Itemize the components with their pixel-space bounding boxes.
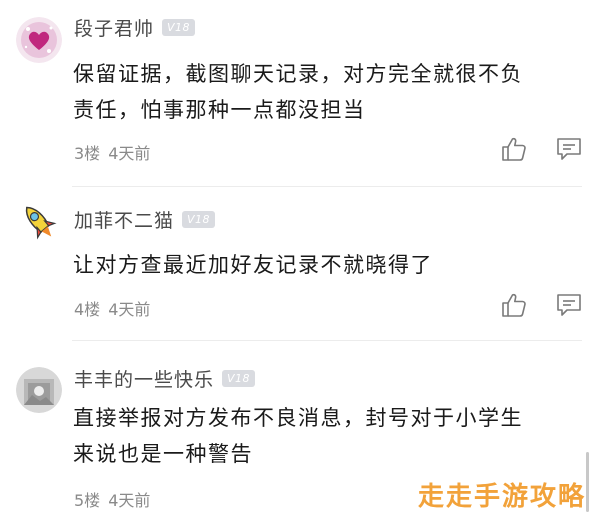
thumbs-up-icon xyxy=(502,137,526,161)
username-row: 丰丰的一些快乐 V18 xyxy=(74,365,256,392)
scrollbar[interactable] xyxy=(586,452,589,512)
comment-text: 让对方查最近加好友记录不就晓得了 xyxy=(73,247,574,283)
comment-icon xyxy=(557,138,581,160)
reply-button[interactable] xyxy=(555,291,583,319)
username[interactable]: 加菲不二猫 xyxy=(74,206,174,233)
username-row: 加菲不二猫 V18 xyxy=(74,206,216,233)
photo-avatar-icon xyxy=(16,367,62,413)
comment-item: 加菲不二猫 V18 让对方查最近加好友记录不就晓得了 4楼 4天前 xyxy=(0,187,594,340)
watermark-text: 走走手游攻略 xyxy=(417,482,586,512)
level-badge: V18 xyxy=(182,211,216,228)
like-button[interactable] xyxy=(500,135,528,163)
floor-number: 4楼 xyxy=(74,300,101,319)
comment-time: 4天前 xyxy=(108,300,151,319)
comment-meta: 5楼 4天前 xyxy=(74,487,150,511)
level-badge: V18 xyxy=(222,370,256,387)
comment-time: 4天前 xyxy=(108,144,151,163)
thumbs-up-icon xyxy=(502,293,526,317)
comment-item: 段子君帅 V18 保留证据，截图聊天记录，对方完全就很不负 责任，怕事那种一点都… xyxy=(0,0,594,186)
username[interactable]: 丰丰的一些快乐 xyxy=(74,365,214,392)
avatar[interactable] xyxy=(16,367,62,413)
comment-line: 让对方查最近加好友记录不就晓得了 xyxy=(73,253,433,277)
comment-line: 直接举报对方发布不良消息，封号对于小学生 xyxy=(73,406,523,430)
comment-meta: 3楼 4天前 xyxy=(74,140,150,164)
rocket-icon xyxy=(16,199,62,245)
comment-text: 直接举报对方发布不良消息，封号对于小学生 来说也是一种警告 xyxy=(73,400,574,472)
floor-number: 3楼 xyxy=(74,144,101,163)
like-button[interactable] xyxy=(500,291,528,319)
username-row: 段子君帅 V18 xyxy=(74,14,196,41)
floor-number: 5楼 xyxy=(74,491,101,510)
avatar[interactable] xyxy=(16,199,62,245)
comment-time: 4天前 xyxy=(108,491,151,510)
comment-meta: 4楼 4天前 xyxy=(74,296,150,320)
username[interactable]: 段子君帅 xyxy=(74,14,154,41)
pink-sparkle-heart-icon xyxy=(16,17,62,63)
level-badge: V18 xyxy=(162,19,196,36)
comment-line: 保留证据，截图聊天记录，对方完全就很不负 xyxy=(73,62,523,86)
avatar[interactable] xyxy=(16,17,62,63)
comment-icon xyxy=(557,294,581,316)
comment-text: 保留证据，截图聊天记录，对方完全就很不负 责任，怕事那种一点都没担当 xyxy=(73,56,574,128)
comment-line: 来说也是一种警告 xyxy=(73,442,253,466)
comment-line: 责任，怕事那种一点都没担当 xyxy=(73,98,366,122)
reply-button[interactable] xyxy=(555,135,583,163)
